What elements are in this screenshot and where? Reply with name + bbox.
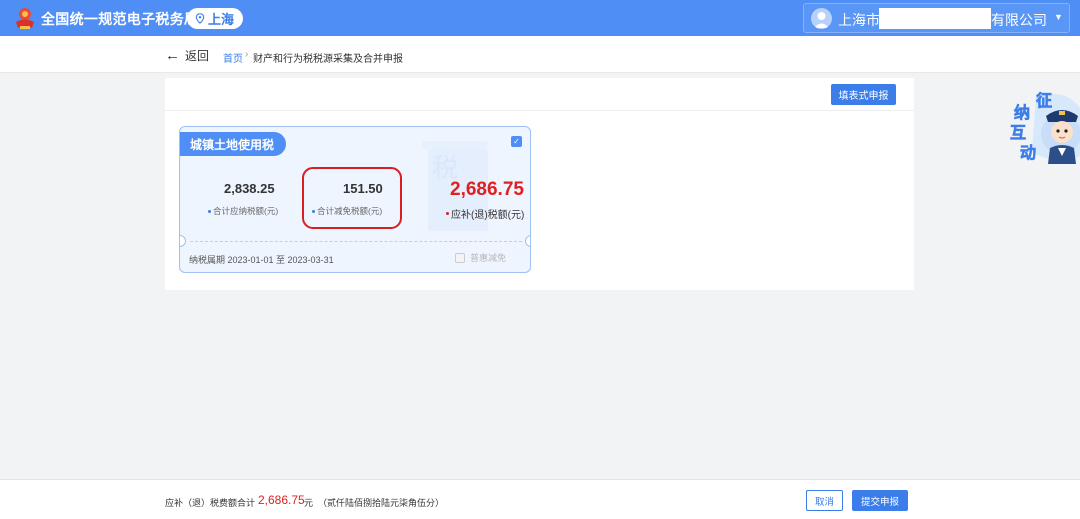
footer-bar: 应补（退）税费额合计 2,686.75 元 （贰仟陆佰捌拾陆元柒角伍分） 取消 … [0,479,1080,519]
caret-down-icon: ▼ [1054,12,1063,22]
tax-period: 纳税属期 2023-01-01 至 2023-03-31 [189,255,334,265]
location-pin-icon [195,13,205,24]
total-payable-label: 合计应纳税额(元) [208,205,278,217]
top-bar: 全国统一规范电子税务局 上海 上海市 有限公司 ▼ [0,0,1080,36]
arrow-left-icon: ← [165,46,180,64]
bullet-dot-icon [208,209,211,213]
back-button[interactable]: ← 返回 [165,47,209,64]
breadcrumb-home-link[interactable]: 首页 [223,50,243,65]
panel-header: 填表式申报 [165,78,914,111]
amount-due-label: 应补(退)税额(元) [446,206,524,221]
assistant-widget[interactable]: 征 纳 互 动 [1006,86,1080,164]
total-amount: 2,686.75 [258,493,305,507]
relief-checkbox [455,252,465,263]
user-icon [814,12,829,28]
amount-due-label-text: 应补(退)税额(元) [451,210,525,221]
region-selector[interactable]: 上海 [187,8,244,29]
amount-due-value: 2,686.75 [450,179,524,200]
submit-button[interactable]: 提交申报 [852,490,908,511]
assistant-char-3: 互 [1010,123,1026,142]
user-name-prefix: 上海市 [838,12,880,28]
assistant-char-2: 纳 [1014,103,1030,122]
bullet-dot-icon [446,212,449,215]
redacted-name-block [879,8,991,29]
tax-emblem-icon [16,8,34,29]
user-name-suffix: 有限公司 [991,12,1047,28]
ticket-notch-left [180,235,186,247]
app-title: 全国统一规范电子税务局 [41,11,199,27]
tax-type-tag: 城镇土地使用税 [180,132,287,156]
total-amount-in-words: （贰仟陆佰捌拾陆元柒角伍分） [318,498,445,508]
tax-card[interactable]: 税 城镇土地使用税 ✓ 2,838.25 合计应纳税额(元) 151.50 合计… [179,126,531,273]
total-payable-label-text: 合计应纳税额(元) [213,206,279,216]
user-menu[interactable]: 上海市 有限公司 ▼ [803,3,1070,33]
region-label: 上海 [208,12,235,27]
relief-option-label: 普惠减免 [470,253,507,263]
total-label: 应补（退）税费额合计 [165,498,256,508]
ticket-divider [190,241,522,242]
main-panel: 填表式申报 税 城镇土地使用税 ✓ 2,838.25 合计应纳税额(元) 151… [165,78,914,290]
relief-option: 普惠减免 [455,251,506,264]
avatar [811,8,832,29]
assistant-char-1: 征 [1036,91,1052,110]
breadcrumb-separator: › [245,49,249,60]
total-unit: 元 [304,498,314,508]
breadcrumb: ← 返回 首页 › 财产和行为税税源采集及合并申报 [0,36,1080,73]
assistant-char-4: 动 [1020,143,1036,162]
cancel-button[interactable]: 取消 [806,490,843,511]
breadcrumb-current: 财产和行为税税源采集及合并申报 [253,54,403,65]
card-checkbox[interactable]: ✓ [511,136,522,147]
back-label: 返回 [185,49,210,63]
ticket-notch-right [525,235,530,247]
relief-highlight-circle [302,167,402,229]
total-payable-value: 2,838.25 [224,181,275,196]
form-declare-button[interactable]: 填表式申报 [831,84,896,105]
